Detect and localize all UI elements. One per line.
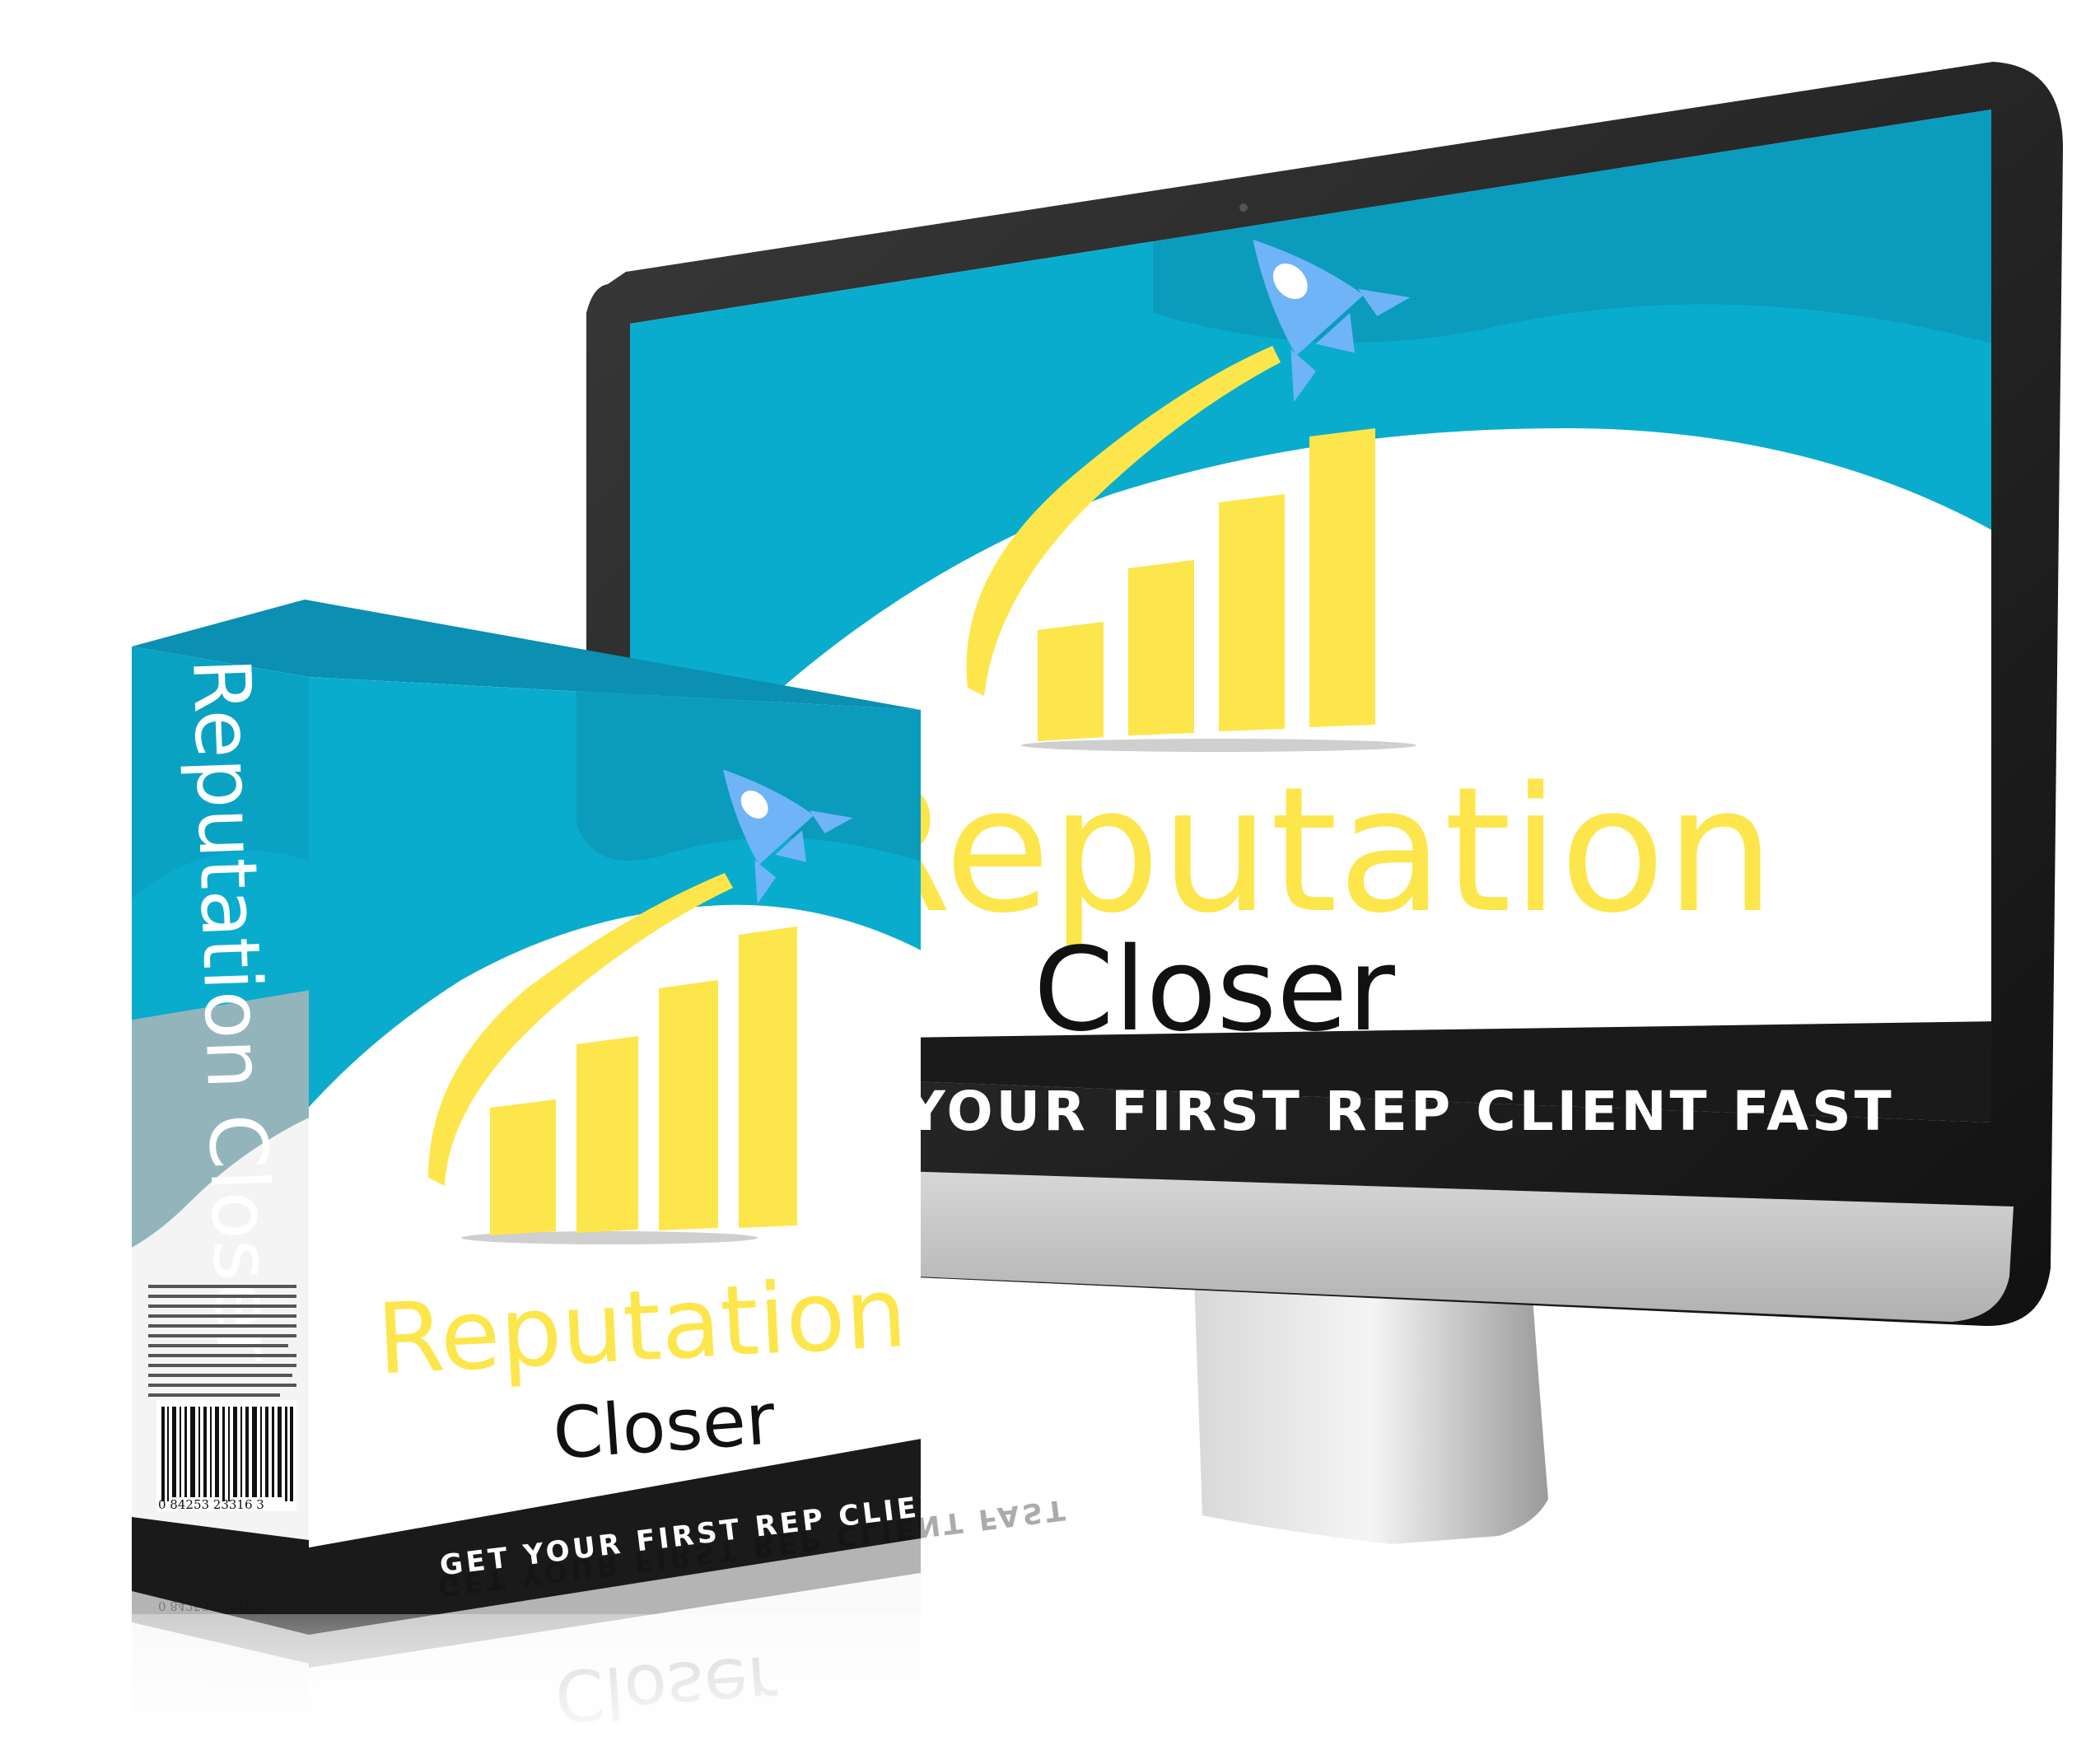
- screen-tagline: YOUR FIRST REP CLIENT FAST: [905, 1080, 1895, 1143]
- screen-title-closer: Closer: [1034, 923, 1395, 1057]
- screen-title-reputation: Reputation: [832, 749, 1775, 951]
- barcode-number: 0 84253 23316 3: [158, 1497, 264, 1512]
- camera-dot: [1239, 203, 1248, 212]
- screen-bar-1: [1038, 622, 1104, 741]
- box-bar-2: [576, 1036, 638, 1233]
- box-bar-1: [490, 1099, 556, 1235]
- screen-bar-4: [1309, 428, 1375, 727]
- reflected-barcode-number: 0 84253 23316 3: [158, 1599, 264, 1613]
- box-bar-4: [739, 927, 797, 1228]
- box-bar-3: [659, 980, 718, 1230]
- barcode-icon: [156, 1400, 296, 1511]
- box-title-closer: Closer: [550, 1378, 778, 1476]
- reflection-fade: [124, 1614, 947, 1755]
- monitor-stand: [1194, 1277, 1548, 1544]
- screen-bar-2: [1128, 560, 1194, 735]
- product-mockup-scene: Reputation Closer YOUR FIRST REP CLIENT …: [124, 62, 2063, 1755]
- screen-bar-3: [1219, 494, 1285, 731]
